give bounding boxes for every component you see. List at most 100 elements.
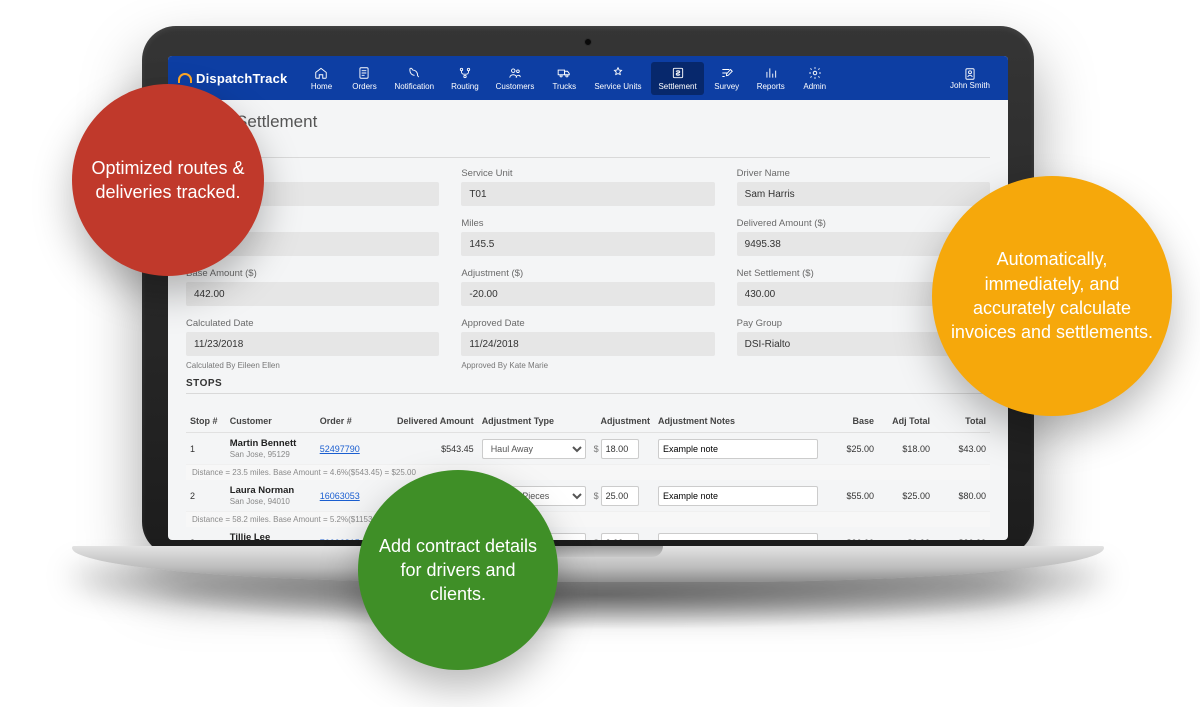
adjustment-type-select[interactable]: Haul Away <box>482 439 586 459</box>
nav-item-customers[interactable]: Customers <box>489 62 542 95</box>
cell-stop: 3 <box>186 527 226 540</box>
order-link[interactable]: 52497790 <box>320 444 360 454</box>
callout-red: Optimized routes & deliveries tracked. <box>72 84 264 276</box>
camera-dot <box>584 38 592 46</box>
adjustment-amount-input[interactable] <box>601 533 639 541</box>
nav-item-orders[interactable]: Orders <box>344 62 384 95</box>
survey-icon <box>720 66 734 80</box>
laptop-base <box>72 546 1104 582</box>
brand-arc-icon <box>178 73 192 83</box>
home-icon <box>314 66 328 80</box>
col-adjtype: Adjustment Type <box>478 410 590 433</box>
adjustment-amount-input[interactable] <box>601 439 639 459</box>
adjustment-notes-input[interactable] <box>658 439 818 459</box>
cell-stop: 2 <box>186 480 226 512</box>
field-base-amount: Base Amount ($) <box>186 268 439 306</box>
col-delivered: Delivered Amount <box>383 410 478 433</box>
callout-green-text: Add contract details for drivers and cli… <box>358 534 558 607</box>
nav-item-trucks[interactable]: Trucks <box>544 62 584 95</box>
section-details-label: DETAILS <box>186 142 990 158</box>
top-nav: DispatchTrack Home OrdersNotification Rout… <box>168 56 1008 100</box>
col-customer: Customer <box>226 410 316 433</box>
col-adj: Adjustment <box>590 410 654 433</box>
currency-symbol: $ <box>594 538 599 541</box>
cell-total: $80.00 <box>934 480 990 512</box>
nav-label: Home <box>311 82 332 91</box>
field-miles: Miles <box>461 218 714 256</box>
callout-red-text: Optimized routes & deliveries tracked. <box>72 156 264 205</box>
nav-label: Routing <box>451 82 479 91</box>
nav-item-reports[interactable]: Reports <box>750 62 792 95</box>
nav-item-settlement[interactable]: Settlement <box>651 62 703 95</box>
nav-label: Admin <box>803 82 826 91</box>
cell-customer: Martin BennettSan Jose, 95129 <box>226 433 316 465</box>
nav-item-admin[interactable]: Admin <box>795 62 835 95</box>
trucks-icon <box>557 66 571 80</box>
callout-orange: Automatically, immediately, and accurate… <box>932 176 1172 416</box>
field-label: Adjustment ($) <box>461 268 714 279</box>
nav-label: Trucks <box>552 82 576 91</box>
cell-adjtot: $18.00 <box>878 433 934 465</box>
admin-icon <box>808 66 822 80</box>
field-note: Calculated By Eileen Ellen <box>186 361 439 370</box>
field-note: Approved By Kate Marie <box>461 361 714 370</box>
cell-base: $25.00 <box>822 433 878 465</box>
table-row: 3Tillie LeeSan Jose, 9513376006815$543.4… <box>186 527 990 540</box>
field-label: Base Amount ($) <box>186 268 439 279</box>
field-label: Calculated Date <box>186 318 439 329</box>
nav-item-notif[interactable]: Notification <box>387 62 441 95</box>
callout-orange-text: Automatically, immediately, and accurate… <box>932 247 1172 344</box>
field-input-appr-date[interactable] <box>461 332 714 356</box>
user-chip[interactable]: John Smith <box>942 63 998 94</box>
field-service-unit: Service Unit <box>461 168 714 206</box>
nav-item-routing[interactable]: Routing <box>444 62 486 95</box>
calc-row: Distance = 58.2 miles. Base Amount = 5.2… <box>186 512 990 528</box>
settlement-icon <box>671 66 685 80</box>
cell-order: 52497790 <box>316 433 383 465</box>
field-input-base-amount[interactable] <box>186 282 439 306</box>
col-adjtot: Adj Total <box>878 410 934 433</box>
adjustment-notes-input[interactable] <box>658 486 818 506</box>
user-name: John Smith <box>950 81 990 90</box>
callout-green: Add contract details for drivers and cli… <box>358 470 558 670</box>
nav-item-survey[interactable]: Survey <box>707 62 747 95</box>
stops-header-row: Stop #CustomerOrder #Delivered AmountAdj… <box>186 410 990 433</box>
cell-adjtot: $0.00 <box>878 527 934 540</box>
field-input-miles[interactable] <box>461 232 714 256</box>
nav-item-su[interactable]: Service Units <box>587 62 648 95</box>
adjustment-notes-input[interactable] <box>658 533 818 541</box>
orders-icon <box>357 66 371 80</box>
field-input-service-unit[interactable] <box>461 182 714 206</box>
cell-adj: $ <box>590 480 654 512</box>
calc-row: Distance = 23.5 miles. Base Amount = 4.6… <box>186 465 990 481</box>
brand[interactable]: DispatchTrack <box>178 71 287 86</box>
screen: DispatchTrack Home OrdersNotification Rout… <box>168 56 1008 540</box>
order-link[interactable]: 76006815 <box>320 538 360 541</box>
field-input-adjustment[interactable] <box>461 282 714 306</box>
field-input-driver-name[interactable] <box>737 182 990 206</box>
cell-adjtot: $25.00 <box>878 480 934 512</box>
field-adjustment: Adjustment ($) <box>461 268 714 306</box>
routing-icon <box>458 66 472 80</box>
section-stops-label: STOPS <box>186 378 990 394</box>
user-icon <box>963 67 977 81</box>
cell-order: 16063053 <box>316 480 383 512</box>
field-label: Driver Name <box>737 168 990 179</box>
laptop-lid: DispatchTrack Home OrdersNotification Rout… <box>142 26 1034 556</box>
cell-total: $43.00 <box>934 433 990 465</box>
cell-stop: 1 <box>186 433 226 465</box>
cell-total: $26.00 <box>934 527 990 540</box>
su-icon <box>611 66 625 80</box>
col-total: Total <box>934 410 990 433</box>
field-label: Service Unit <box>461 168 714 179</box>
order-link[interactable]: 16063053 <box>320 491 360 501</box>
nav-label: Customers <box>496 82 535 91</box>
nav-item-home[interactable]: Home <box>301 62 341 95</box>
cell-customer: Laura NormanSan Jose, 94010 <box>226 480 316 512</box>
notif-icon <box>407 66 421 80</box>
adjustment-amount-input[interactable] <box>601 486 639 506</box>
col-stop: Stop # <box>186 410 226 433</box>
cell-base: $55.00 <box>822 480 878 512</box>
cell-adjtype: Haul Away <box>478 433 590 465</box>
field-input-calc-date[interactable] <box>186 332 439 356</box>
